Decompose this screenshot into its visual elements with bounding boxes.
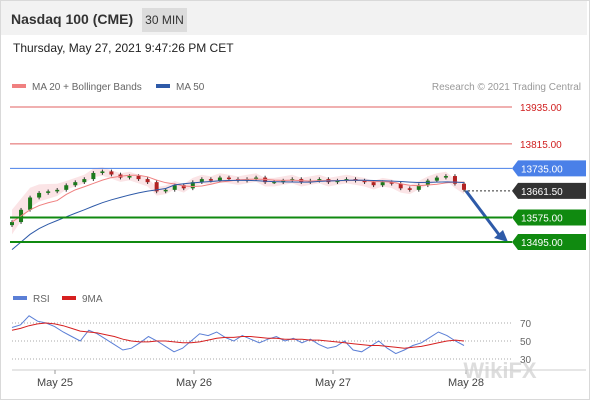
candle-body [272,182,277,184]
level-label-13661.50: 13661.50 [521,187,563,198]
ma50-line [11,179,465,251]
rsi-ma-swatch [62,296,76,300]
candle-body [109,171,114,175]
candle-body [443,176,448,178]
plot-layer [10,167,508,251]
x-tick-label: May 27 [315,377,351,389]
watermark-text: WikiFX [463,358,536,383]
copyright-text: Research © 2021 Trading Central [432,82,581,93]
candle-body [10,222,14,226]
rsi-legend-label: RSI [33,294,50,305]
candle-body [46,191,51,193]
level-label-13815.00: 13815.00 [520,140,562,151]
candle-body [462,183,466,190]
candle-body [145,179,150,183]
candle-body [434,177,439,181]
x-tick-label: May 26 [176,377,212,389]
ma50-swatch [156,84,170,88]
price-chart: MA 20 + Bollinger Bands MA 50 Research ©… [10,82,586,389]
candle-body [136,176,141,180]
level-label-13495.00: 13495.00 [521,238,563,249]
rsi-level-label-50: 50 [520,337,532,348]
candle-body [217,177,222,181]
ma20-swatch [12,84,26,88]
rsi-line [11,315,465,355]
candle-body [163,189,168,192]
level-label-13935.00: 13935.00 [520,103,562,114]
candle-body [91,172,96,180]
candle-body [226,177,231,180]
candle-body [73,182,78,186]
candle-body [37,192,42,198]
rsi-layer: 705030 [11,315,532,366]
bollinger-band [12,167,464,235]
candle-body [208,179,213,181]
candle-body [380,182,385,186]
rsi-level-label-70: 70 [520,319,532,330]
x-tick-label: May 25 [37,377,73,389]
rsi-ma-line [11,322,465,349]
ma50-legend-label: MA 50 [176,82,205,93]
candle-body [64,185,69,190]
ma20-legend-label: MA 20 + Bollinger Bands [32,82,142,93]
candle-body [55,189,60,192]
candle-body [127,176,132,178]
candle-body [371,182,376,186]
level-label-13735.00: 13735.00 [521,164,563,175]
rsi-swatch [13,296,27,300]
candle-body [28,197,33,210]
candle-body [82,179,87,183]
candle-body [100,171,105,173]
candle-body [407,188,412,190]
rsi-ma-legend-label: 9MA [82,294,103,305]
level-label-13575.00: 13575.00 [521,213,563,224]
forecast-arrow-shaft [464,190,502,237]
